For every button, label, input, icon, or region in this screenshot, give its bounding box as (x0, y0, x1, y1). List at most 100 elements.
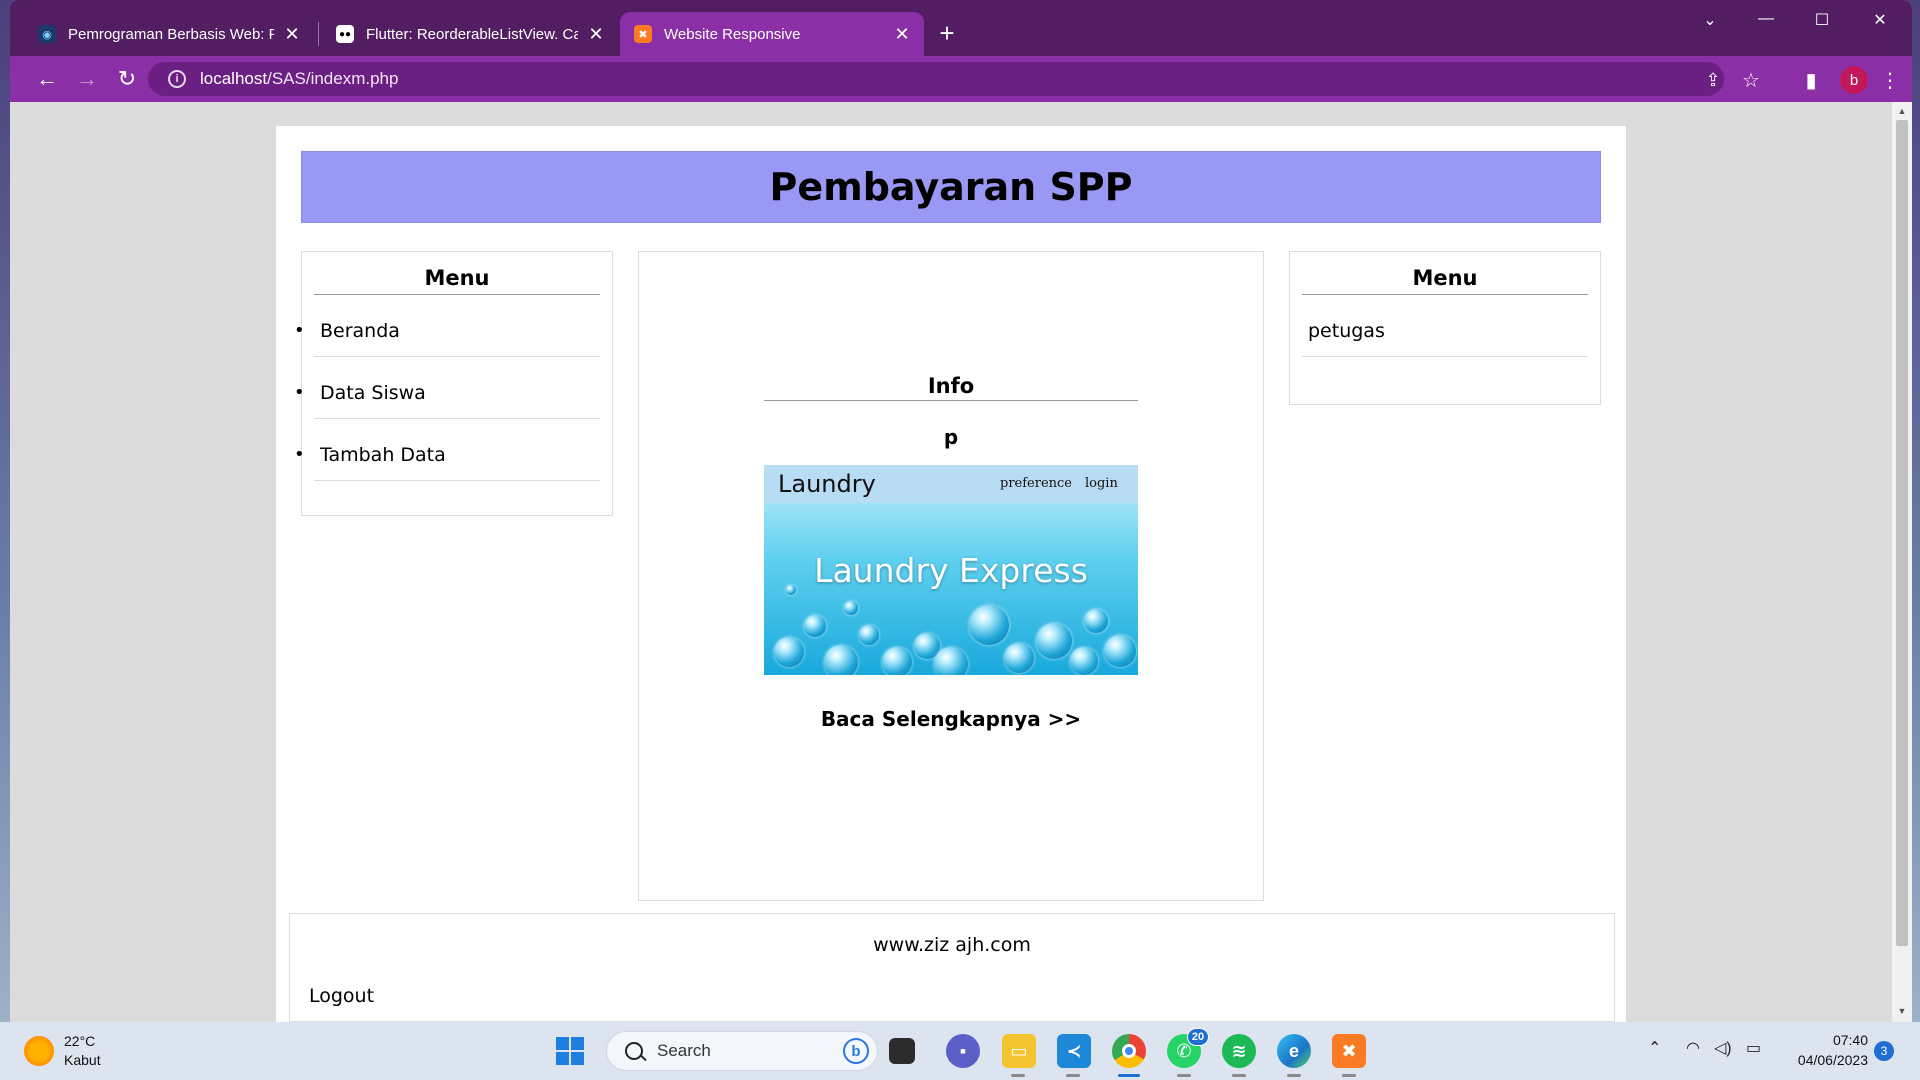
tab-title: Flutter: ReorderableListView. Car (366, 25, 578, 43)
windows-start-icon[interactable] (553, 1034, 587, 1068)
vertical-scrollbar[interactable]: ▲ ▼ (1892, 102, 1912, 1022)
bubble-shape (1070, 647, 1098, 675)
close-icon[interactable]: ✕ (282, 24, 302, 45)
bubble-shape (934, 647, 968, 675)
running-indicator (1177, 1074, 1191, 1077)
clock-date: 04/06/2023 (1797, 1052, 1868, 1068)
system-clock[interactable]: 07:40 04/06/2023 (1786, 1030, 1868, 1070)
bubble-shape (969, 605, 1009, 645)
laundry-preference-text: preference (1000, 476, 1072, 491)
side-panel-icon[interactable]: ▮ (1797, 66, 1825, 94)
page-viewport: Pembayaran SPP Menu Beranda Data Siswa T… (10, 102, 1892, 1022)
scroll-down-icon[interactable]: ▼ (1892, 1006, 1912, 1016)
running-indicator (1287, 1074, 1301, 1077)
minimize-icon[interactable]: — (1746, 10, 1786, 28)
active-app-indicator (1118, 1074, 1140, 1077)
volume-icon[interactable]: ◁) (1714, 1038, 1732, 1058)
left-menu-heading: Menu (314, 252, 600, 295)
bubble-shape (786, 585, 796, 595)
info-paragraph: p (943, 425, 959, 449)
whatsapp-icon[interactable]: ✆ 20 (1167, 1028, 1209, 1068)
weather-description: Kabut (64, 1052, 101, 1068)
left-menu-panel: Menu Beranda Data Siswa Tambah Data (294, 251, 613, 516)
running-indicator (1342, 1074, 1356, 1077)
read-more-link[interactable]: Baca Selengkapnya >> (764, 707, 1138, 731)
menu-item-beranda[interactable]: Beranda (294, 295, 600, 367)
url-path: /SAS/indexm.php (267, 69, 399, 88)
tab-title: Pemrograman Berbasis Web: Fur (68, 25, 274, 43)
laundry-brand-text: Laundry (778, 470, 876, 498)
taskbar-search-box[interactable]: Search b (606, 1031, 878, 1071)
info-panel: Info p Laundry preference login Laundry … (638, 251, 1264, 901)
right-menu-panel: Menu petugas (1289, 251, 1601, 405)
bing-icon[interactable]: b (843, 1038, 869, 1064)
teams-chat-icon[interactable]: ▪ (946, 1034, 980, 1068)
medium-icon: ●● (336, 25, 354, 43)
bubble-shape (882, 647, 912, 675)
running-indicator (1011, 1074, 1025, 1077)
url-text[interactable]: localhost/SAS/indexm.php (200, 69, 398, 89)
close-icon[interactable]: ✕ (892, 24, 912, 45)
bubble-shape (844, 601, 858, 615)
bubble-shape (1084, 609, 1108, 633)
logout-link[interactable]: Logout (309, 985, 374, 1007)
show-hidden-icons[interactable]: ⌃ (1648, 1038, 1661, 1058)
scrollbar-thumb[interactable] (1896, 120, 1908, 946)
back-icon[interactable]: ← (32, 64, 62, 94)
page-title: Pembayaran SPP (769, 165, 1133, 209)
notification-badge[interactable]: 3 (1874, 1041, 1894, 1061)
bubble-shape (1036, 623, 1072, 659)
search-icon (625, 1042, 643, 1060)
browser-window: ◉ Pemrograman Berbasis Web: Fur ✕ ●● Flu… (10, 0, 1912, 1022)
menu-item-petugas[interactable]: petugas (1302, 295, 1588, 357)
scroll-up-icon[interactable]: ▲ (1892, 106, 1912, 116)
more-menu-icon[interactable]: ⋮ (1876, 66, 1904, 94)
running-indicator (1066, 1074, 1080, 1077)
tab-bar: ◉ Pemrograman Berbasis Web: Fur ✕ ●● Flu… (10, 0, 1912, 56)
maximize-icon[interactable]: ☐ (1802, 10, 1842, 30)
tab-title: Website Responsive (664, 25, 801, 43)
bubble-shape (774, 637, 804, 667)
tab-search-icon[interactable]: ⌄ (1690, 10, 1730, 30)
site-footer: www.ziz ajh.com Logout (289, 913, 1615, 1022)
menu-item-tambah-data[interactable]: Tambah Data (294, 419, 600, 491)
new-tab-button[interactable]: + (932, 18, 962, 49)
left-menu-list: Beranda Data Siswa Tambah Data (294, 295, 600, 491)
info-heading: Info (764, 374, 1138, 401)
chrome-icon[interactable] (1112, 1034, 1146, 1068)
forward-icon[interactable]: → (72, 64, 102, 94)
laundry-login-text: login (1085, 476, 1118, 491)
browser-toolbar: ← → ↻ i localhost/SAS/indexm.php ⇪ ☆ ▮ b… (10, 56, 1912, 102)
menu-item-data-siswa[interactable]: Data Siswa (294, 357, 600, 429)
running-indicator (1232, 1074, 1246, 1077)
clock-time: 07:40 (1832, 1032, 1868, 1048)
vscode-icon[interactable]: ≺ (1057, 1034, 1091, 1068)
wifi-icon[interactable]: ◠ (1686, 1038, 1700, 1058)
close-icon[interactable]: ✕ (586, 24, 606, 45)
xampp-icon[interactable]: ✖ (1332, 1034, 1366, 1068)
spotify-icon[interactable]: ≋ (1222, 1034, 1256, 1068)
laundry-hero-text: Laundry Express (814, 551, 1088, 590)
xampp-icon: ✖ (634, 25, 652, 43)
bubble-shape (859, 625, 879, 645)
share-icon[interactable]: ⇪ (1699, 66, 1727, 94)
bookmark-star-icon[interactable]: ☆ (1737, 66, 1765, 94)
tab-website-responsive[interactable]: ✖ Website Responsive ✕ (620, 12, 924, 56)
edge-icon[interactable]: e (1277, 1034, 1311, 1068)
tab-pemrograman[interactable]: ◉ Pemrograman Berbasis Web: Fur ✕ (24, 12, 314, 56)
profile-avatar[interactable]: b (1840, 66, 1868, 94)
file-explorer-icon[interactable]: ▭ (1002, 1034, 1036, 1068)
weather-widget[interactable]: 22°C Kabut (24, 1032, 101, 1070)
window-close-icon[interactable]: ✕ (1860, 10, 1900, 30)
battery-icon[interactable]: ▭ (1746, 1038, 1761, 1058)
globe-icon: ◉ (38, 25, 56, 43)
whatsapp-badge: 20 (1187, 1028, 1209, 1046)
tab-flutter[interactable]: ●● Flutter: ReorderableListView. Car ✕ (322, 12, 618, 56)
address-bar[interactable]: i localhost/SAS/indexm.php (148, 62, 1724, 96)
reload-icon[interactable]: ↻ (112, 64, 142, 94)
task-view-icon[interactable] (889, 1038, 915, 1064)
weather-fog-icon (24, 1036, 54, 1066)
right-menu-list: petugas (1302, 295, 1588, 357)
site-info-icon[interactable]: i (168, 70, 186, 88)
bubble-shape (804, 615, 826, 637)
